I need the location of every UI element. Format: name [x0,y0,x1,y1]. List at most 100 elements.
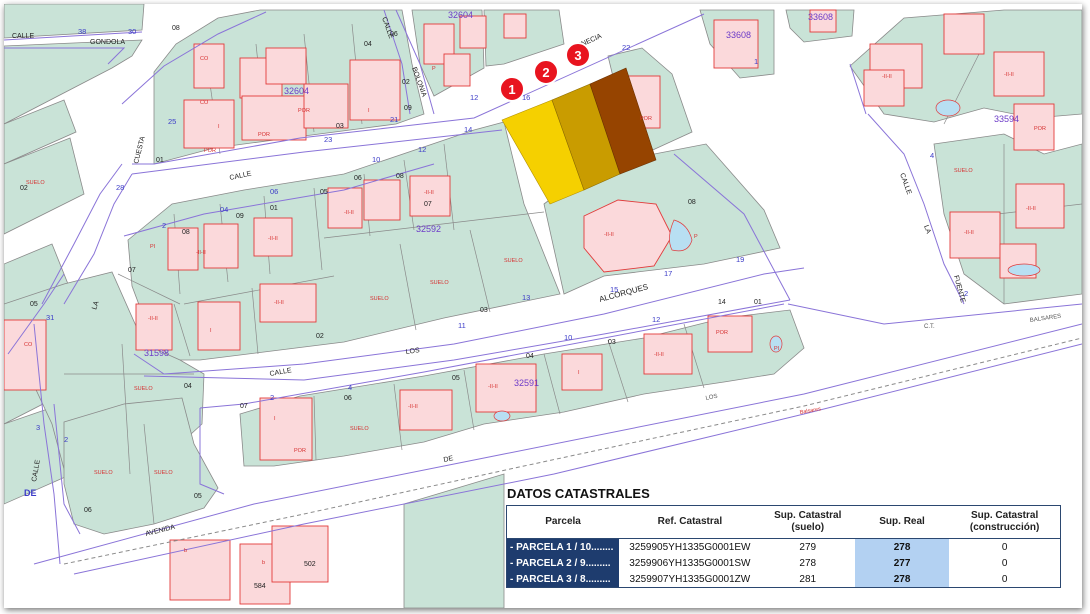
svg-text:CO: CO [200,100,209,106]
manzana-33608-top: 33608 [808,12,833,22]
svg-text:06: 06 [344,395,352,402]
svg-text:SUELO: SUELO [370,296,389,302]
svg-text:17: 17 [664,269,672,278]
svg-text:POR: POR [640,116,652,122]
svg-text:23: 23 [324,135,332,144]
svg-text:-II-II: -II-II [424,190,434,196]
manzana-33608: 33608 [726,30,751,40]
manzana-31598: 31598 [144,348,169,358]
svg-text:03: 03 [480,307,488,314]
svg-text:07: 07 [128,267,136,274]
svg-text:06: 06 [390,31,398,38]
svg-text:POR: POR [1034,126,1046,132]
svg-text:SUELO: SUELO [504,258,523,264]
table-header-row: Parcela Ref. Catastral Sup. Catastral (su… [506,505,1061,539]
svg-text:SUELO: SUELO [954,168,973,174]
svg-text:06: 06 [84,507,92,514]
svg-text:502: 502 [304,561,316,568]
header-sup-real: Sup. Real [854,505,950,539]
svg-text:POR: POR [716,330,728,336]
cell-ref: 3259907YH1335G0001ZW [629,573,751,585]
street-de-left: DE [24,488,37,498]
svg-text:-II-II: -II-II [964,230,974,236]
svg-text:04: 04 [184,383,192,390]
svg-text:08: 08 [182,229,190,236]
svg-text:05: 05 [30,301,38,308]
table-row[interactable]: - PARCELA 3 / 8......... 3259907YH1335G0… [506,571,1061,588]
label-ct: C.T. [924,324,935,330]
svg-text:-II-II: -II-II [274,300,284,306]
svg-text:09: 09 [404,105,412,112]
svg-text:04: 04 [526,353,534,360]
svg-text:07: 07 [424,201,432,208]
header-sup-catastral-construccion: Sup. Catastral (construcción) [949,505,1061,539]
svg-text:-II-II: -II-II [268,236,278,242]
svg-text:SUELO: SUELO [430,280,449,286]
svg-text:07: 07 [240,403,248,410]
marker-2[interactable]: 2 [533,59,559,85]
cell-parcela: - PARCELA 3 / 8......... [506,571,620,588]
table-row[interactable]: - PARCELA 1 / 10........ 3259905YH1335G0… [506,538,1061,555]
svg-text:14: 14 [718,299,726,306]
svg-text:01: 01 [754,299,762,306]
svg-text:584: 584 [254,583,266,590]
svg-text:SUELO: SUELO [350,426,369,432]
cell-construccion: 0 [1001,557,1008,569]
svg-text:12: 12 [652,315,660,324]
svg-text:08: 08 [688,199,696,206]
svg-text:-II-II: -II-II [344,210,354,216]
svg-text:28: 28 [116,183,124,192]
cell-real: 278 [854,571,950,588]
svg-text:02: 02 [402,79,410,86]
cell-suelo: 281 [799,573,817,585]
svg-text:4: 4 [930,151,934,160]
screenshot-root: CALLE GONDOLA CALLE BOLONIA VENECIA CUES… [0,0,1090,614]
svg-text:12: 12 [418,145,426,154]
svg-text:38: 38 [78,27,86,36]
svg-text:10: 10 [372,155,380,164]
svg-text:-II-II: -II-II [882,74,892,80]
cadastral-data-panel: DATOS CATASTRALES Parcela Ref. Catastral… [504,482,1064,594]
cell-parcela: - PARCELA 1 / 10........ [506,538,620,555]
cell-suelo: 279 [799,541,817,553]
table-row[interactable]: - PARCELA 2 / 9......... 3259906YH1335G0… [506,555,1061,571]
svg-text:19: 19 [736,255,744,264]
svg-text:PI: PI [774,346,780,352]
svg-text:06: 06 [354,175,362,182]
cell-ref: 3259905YH1335G0001EW [629,541,751,553]
svg-text:SUELO: SUELO [154,470,173,476]
svg-text:05: 05 [452,375,460,382]
svg-text:P: P [694,234,698,240]
cell-ref: 3259906YH1335G0001SW [629,557,751,569]
svg-text:08: 08 [172,25,180,32]
svg-text:-II-II: -II-II [1004,72,1014,78]
svg-text:08: 08 [396,173,404,180]
marker-3-label: 3 [574,48,581,63]
svg-text:2: 2 [162,221,166,230]
svg-text:15: 15 [610,285,618,294]
header-parcela: Parcela [506,505,620,539]
svg-text:14: 14 [464,125,472,134]
svg-text:13: 13 [522,293,530,302]
svg-text:04: 04 [364,41,372,48]
svg-text:12: 12 [470,93,478,102]
cell-suelo: 278 [799,557,817,569]
svg-text:01: 01 [156,157,164,164]
svg-text:CO: CO [24,342,33,348]
street-calle-gondola-1: CALLE [12,33,35,40]
manzana-32591: 32591 [514,378,539,388]
cell-parcela: - PARCELA 2 / 9......... [506,555,620,571]
svg-text:-II-II: -II-II [408,404,418,410]
manzana-32604-top: 32604 [448,10,473,20]
svg-text:02: 02 [20,185,28,192]
svg-text:03: 03 [608,339,616,346]
svg-text:4: 4 [348,383,352,392]
cell-real: 278 [854,538,950,555]
marker-3[interactable]: 3 [565,42,591,68]
svg-text:-II-II: -II-II [604,232,614,238]
svg-text:09: 09 [236,213,244,220]
marker-1-label: 1 [508,82,515,97]
svg-text:SUELO: SUELO [26,180,45,186]
svg-text:10: 10 [564,333,572,342]
marker-1[interactable]: 1 [499,76,525,102]
